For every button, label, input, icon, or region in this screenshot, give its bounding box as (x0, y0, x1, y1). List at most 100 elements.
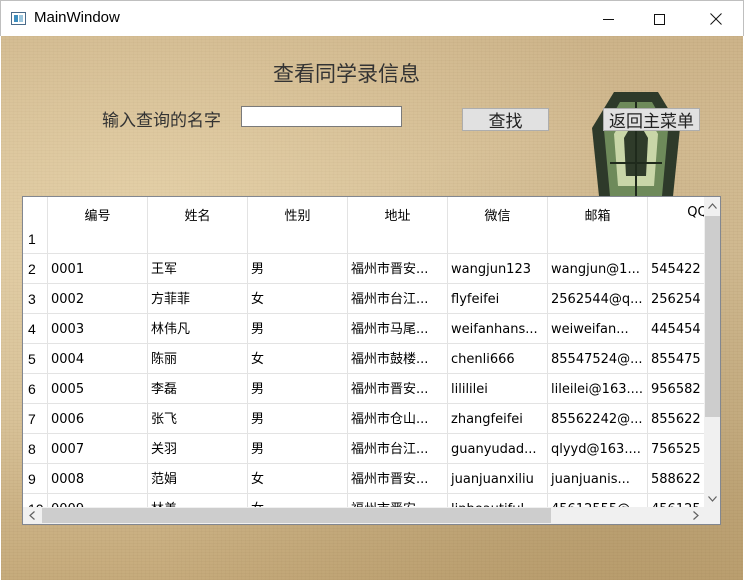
header-row-number-cell: 1 (23, 197, 48, 254)
horizontal-scroll-thumb[interactable] (42, 508, 551, 523)
cell-id[interactable]: 0008 (48, 464, 148, 494)
column-header-address[interactable]: 地址 (348, 197, 448, 254)
column-header-sex[interactable]: 性别 (248, 197, 348, 254)
cell-email[interactable]: 2562544@q... (548, 284, 648, 314)
column-header-id[interactable]: 编号 (48, 197, 148, 254)
table-row[interactable]: 8 0007 关羽 男 福州市台江... guanyudad... qlyyd@… (23, 434, 709, 464)
cell-id[interactable]: 0003 (48, 314, 148, 344)
cell-qq[interactable]: 956582 (648, 374, 709, 404)
table-row[interactable]: 2 0001 王军 男 福州市晋安... wangjun123 wangjun@… (23, 254, 709, 284)
cell-name[interactable]: 林伟凡 (148, 314, 248, 344)
cell-sex[interactable]: 女 (248, 344, 348, 374)
cell-email[interactable]: weiweifan... (548, 314, 648, 344)
cell-sex[interactable]: 男 (248, 434, 348, 464)
cell-wechat[interactable]: zhangfeifei (448, 404, 548, 434)
cell-address[interactable]: 福州市台江... (348, 434, 448, 464)
cell-qq[interactable]: 756525 (648, 434, 709, 464)
vertical-scrollbar[interactable] (704, 197, 720, 507)
scrollbar-corner (704, 507, 720, 524)
scroll-right-button[interactable] (687, 507, 704, 524)
page-title: 查看同学录信息 (273, 62, 420, 86)
cell-email[interactable]: wangjun@1... (548, 254, 648, 284)
cell-email[interactable]: 85547524@... (548, 344, 648, 374)
table-row[interactable]: 9 0008 范娟 女 福州市晋安... juanjuanxiliu juanj… (23, 464, 709, 494)
cell-id[interactable]: 0002 (48, 284, 148, 314)
table-body: 2 0001 王军 男 福州市晋安... wangjun123 wangjun@… (23, 254, 709, 524)
table-row[interactable]: 5 0004 陈丽 女 福州市鼓楼... chenli666 85547524@… (23, 344, 709, 374)
row-number: 3 (23, 284, 48, 314)
close-button[interactable] (693, 1, 739, 37)
cell-email[interactable]: lileilei@163.... (548, 374, 648, 404)
cell-name[interactable]: 李磊 (148, 374, 248, 404)
cell-name[interactable]: 关羽 (148, 434, 248, 464)
cell-id[interactable]: 0006 (48, 404, 148, 434)
table-row[interactable]: 3 0002 方菲菲 女 福州市台江... flyfeifei 2562544@… (23, 284, 709, 314)
table-row[interactable]: 7 0006 张飞 男 福州市仓山... zhangfeifei 8556224… (23, 404, 709, 434)
cell-id[interactable]: 0005 (48, 374, 148, 404)
cell-sex[interactable]: 女 (248, 284, 348, 314)
cell-qq[interactable]: 855622 (648, 404, 709, 434)
cell-wechat[interactable]: juanjuanxiliu (448, 464, 548, 494)
cell-qq[interactable]: 855475 (648, 344, 709, 374)
table-row[interactable]: 6 0005 李磊 男 福州市晋安... lilililei lileilei@… (23, 374, 709, 404)
cell-address[interactable]: 福州市晋安... (348, 254, 448, 284)
minimize-icon (602, 18, 614, 20)
cell-wechat[interactable]: guanyudad... (448, 434, 548, 464)
header-row-number: 1 (28, 231, 36, 247)
scroll-left-button[interactable] (23, 507, 40, 524)
table-header: 1 编号 姓名 性别 地址 微信 邮箱 QQ (23, 197, 709, 254)
cell-id[interactable]: 0007 (48, 434, 148, 464)
chevron-up-icon (708, 202, 717, 209)
cell-address[interactable]: 福州市仓山... (348, 404, 448, 434)
window-content: 查看同学录信息 输入查询的名字 查找 返回主菜单 1 编号 姓名 性别 地址 微… (1, 36, 743, 580)
cell-sex[interactable]: 女 (248, 464, 348, 494)
cell-name[interactable]: 方菲菲 (148, 284, 248, 314)
cell-qq[interactable]: 588622 (648, 464, 709, 494)
row-number: 6 (23, 374, 48, 404)
cell-wechat[interactable]: weifanhans... (448, 314, 548, 344)
cell-sex[interactable]: 男 (248, 374, 348, 404)
cell-address[interactable]: 福州市晋安... (348, 464, 448, 494)
cell-wechat[interactable]: flyfeifei (448, 284, 548, 314)
chevron-right-icon (692, 511, 699, 520)
cell-address[interactable]: 福州市晋安... (348, 374, 448, 404)
cell-wechat[interactable]: lilililei (448, 374, 548, 404)
cell-name[interactable]: 王军 (148, 254, 248, 284)
cell-address[interactable]: 福州市鼓楼... (348, 344, 448, 374)
column-header-name[interactable]: 姓名 (148, 197, 248, 254)
scroll-up-button[interactable] (704, 197, 720, 214)
cell-qq[interactable]: 256254 (648, 284, 709, 314)
cell-email[interactable]: 85562242@... (548, 404, 648, 434)
classmates-table[interactable]: 1 编号 姓名 性别 地址 微信 邮箱 QQ 2 0001 王军 男 福州市晋安… (22, 196, 721, 525)
minimize-button[interactable] (585, 1, 631, 37)
maximize-button[interactable] (636, 1, 682, 37)
find-button[interactable]: 查找 (462, 108, 549, 132)
scroll-down-button[interactable] (704, 490, 720, 507)
title-bar: MainWindow (0, 0, 744, 36)
column-header-email[interactable]: 邮箱 (548, 197, 648, 254)
cell-wechat[interactable]: wangjun123 (448, 254, 548, 284)
cell-id[interactable]: 0004 (48, 344, 148, 374)
cell-id[interactable]: 0001 (48, 254, 148, 284)
cell-email[interactable]: qlyyd@163.... (548, 434, 648, 464)
table-row[interactable]: 4 0003 林伟凡 男 福州市马尾... weifanhans... weiw… (23, 314, 709, 344)
cell-name[interactable]: 张飞 (148, 404, 248, 434)
chevron-down-icon (708, 495, 717, 502)
cell-sex[interactable]: 男 (248, 314, 348, 344)
cell-email[interactable]: juanjuanis... (548, 464, 648, 494)
cell-wechat[interactable]: chenli666 (448, 344, 548, 374)
cell-qq[interactable]: 445454 (648, 314, 709, 344)
cell-qq[interactable]: 545422 (648, 254, 709, 284)
close-icon (710, 13, 722, 25)
back-to-main-menu-button[interactable]: 返回主菜单 (603, 108, 700, 132)
cell-name[interactable]: 陈丽 (148, 344, 248, 374)
name-search-input[interactable] (241, 106, 402, 127)
column-header-wechat[interactable]: 微信 (448, 197, 548, 254)
vertical-scroll-thumb[interactable] (705, 216, 720, 417)
horizontal-scrollbar[interactable] (23, 507, 704, 524)
cell-address[interactable]: 福州市台江... (348, 284, 448, 314)
cell-address[interactable]: 福州市马尾... (348, 314, 448, 344)
cell-name[interactable]: 范娟 (148, 464, 248, 494)
cell-sex[interactable]: 男 (248, 404, 348, 434)
cell-sex[interactable]: 男 (248, 254, 348, 284)
